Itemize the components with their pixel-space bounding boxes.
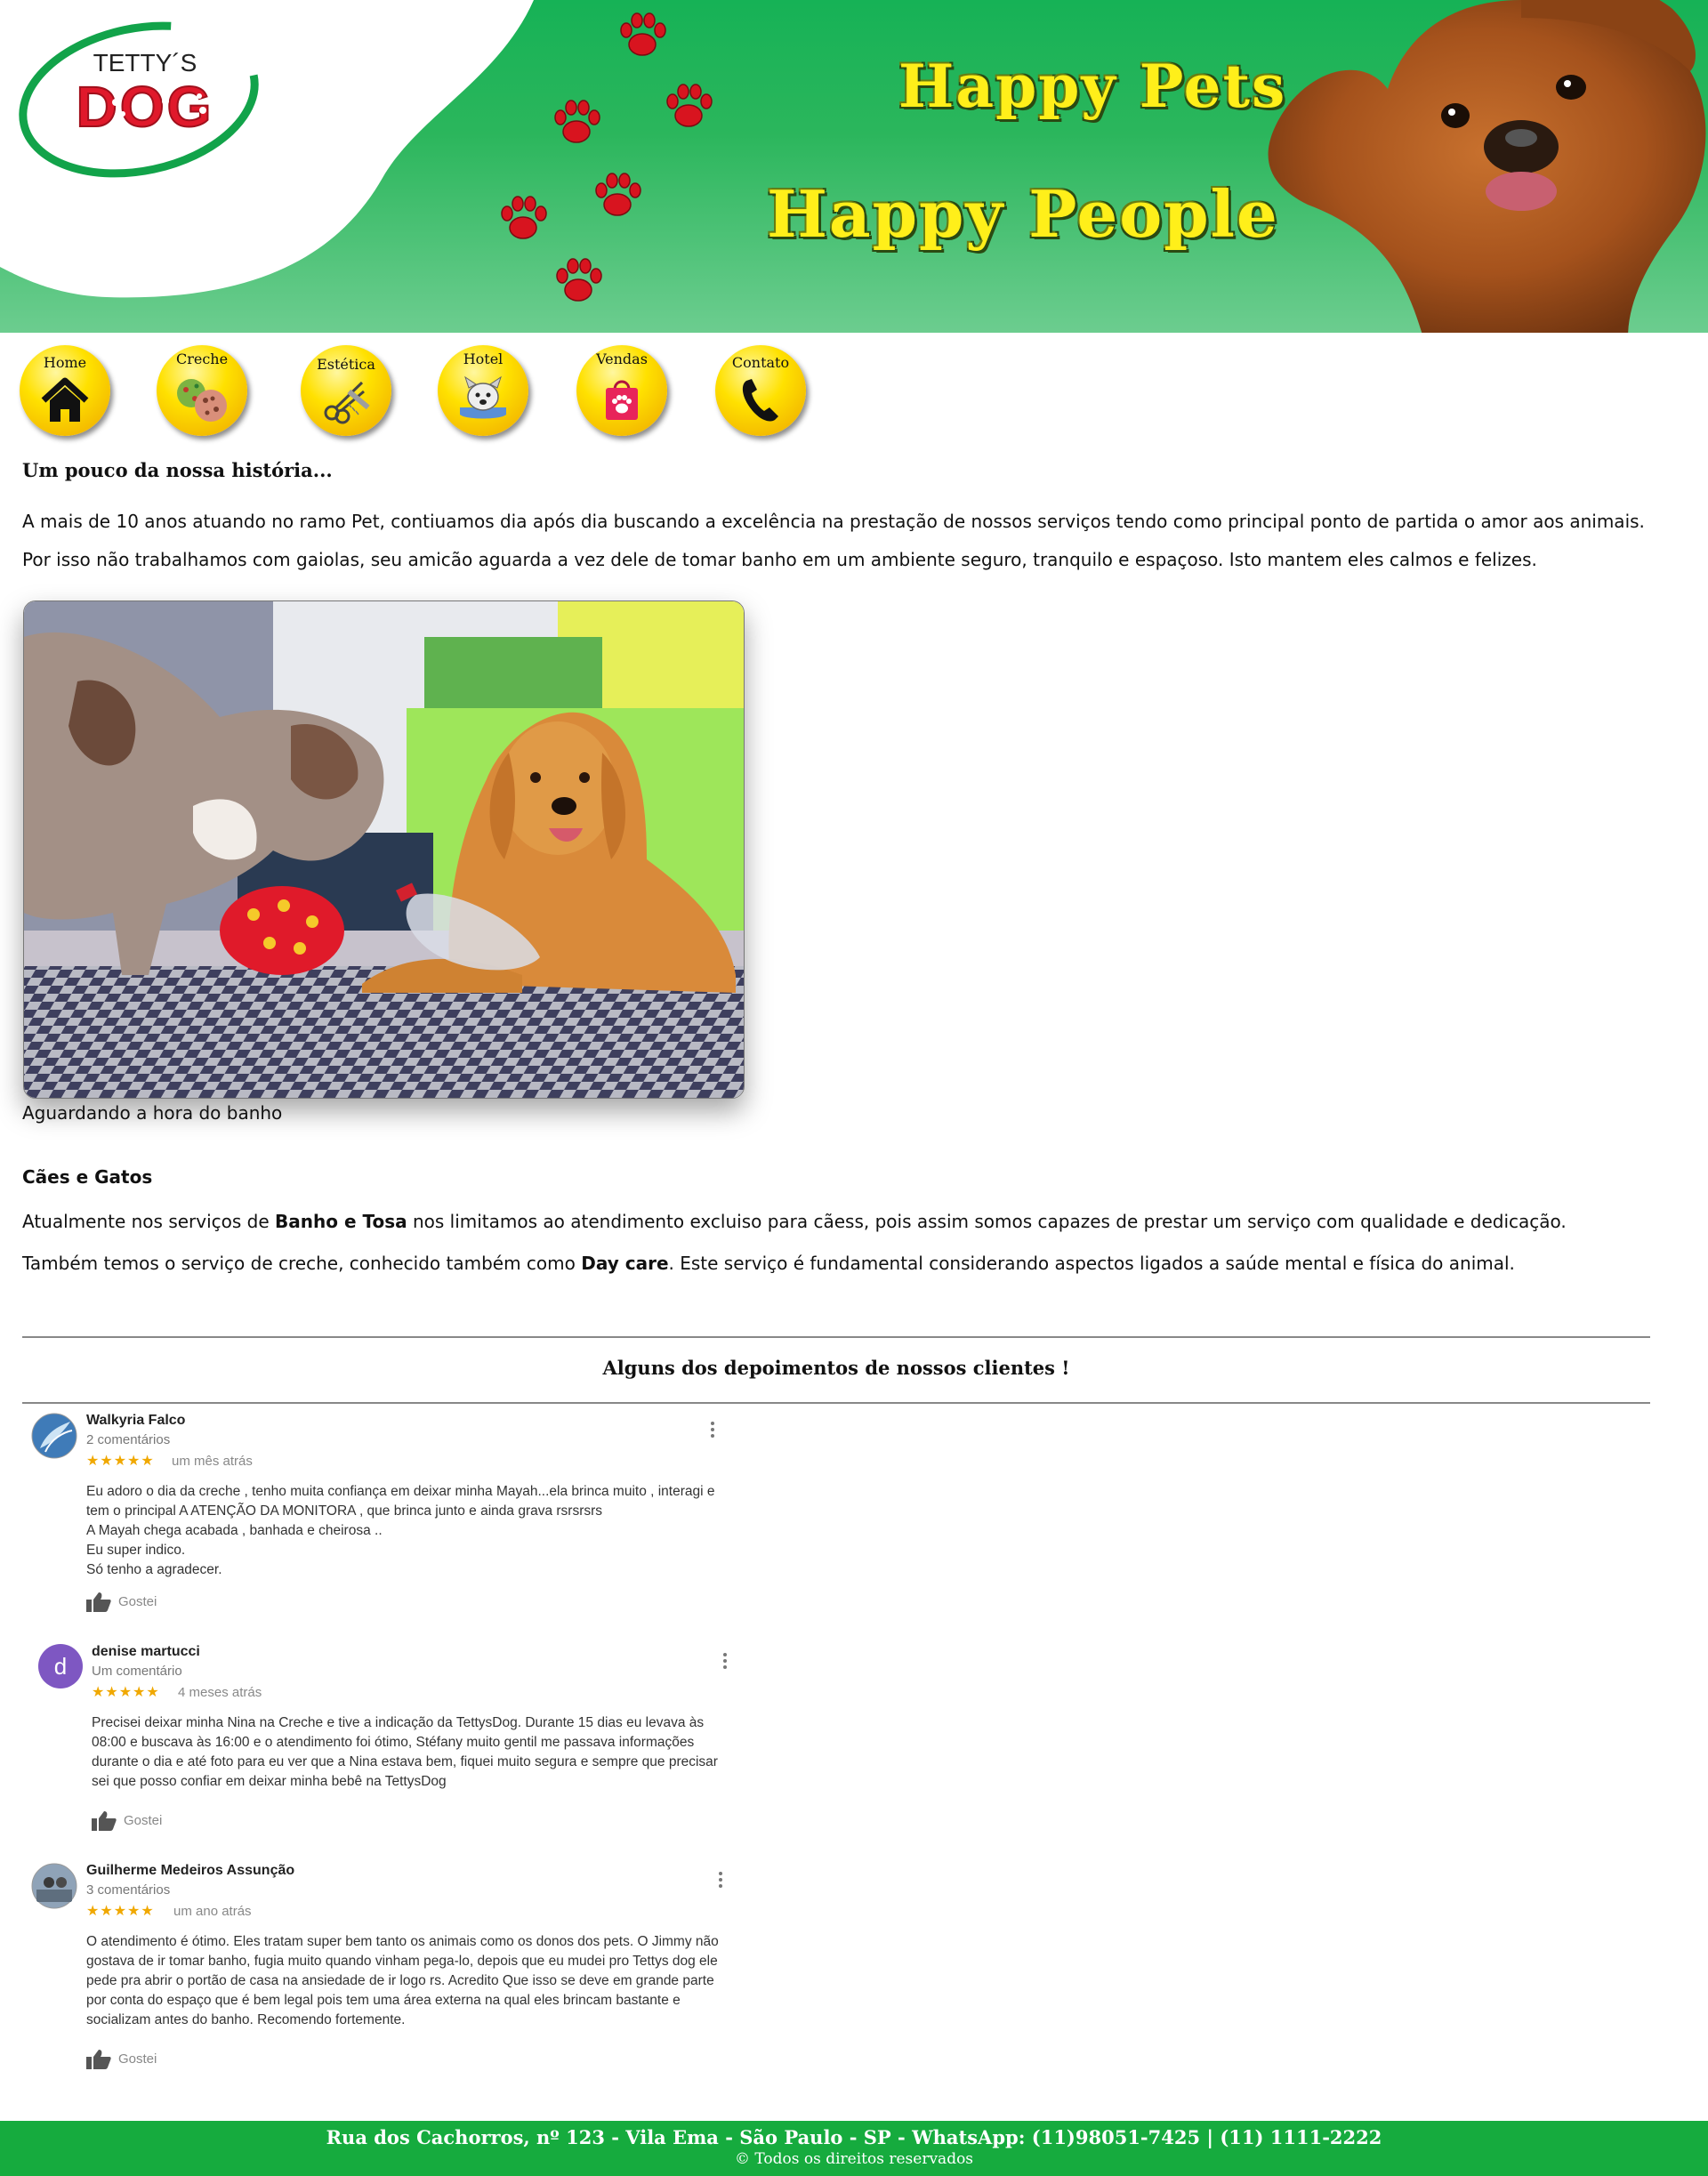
like-label: Gostei xyxy=(124,1812,163,1828)
footer: Rua dos Cachorros, nº 123 - Vila Ema - S… xyxy=(0,2121,1708,2176)
nav-contato-button[interactable]: Contato xyxy=(715,345,806,436)
reviewer-comment-count: Um comentário xyxy=(92,1664,182,1679)
review-card: Guilherme Medeiros Assunção 3 comentário… xyxy=(31,1863,761,2085)
photo-caption: Aguardando a hora do banho xyxy=(22,1102,283,1124)
paw-print-icon xyxy=(501,196,547,239)
slogan-happy-people: Happy People xyxy=(767,176,1279,252)
paw-print-icon xyxy=(554,100,600,143)
logo-top-text: TETTY´S xyxy=(93,49,197,77)
testimonials-heading: Alguns dos depoimentos de nossos cliente… xyxy=(602,1357,1070,1379)
nav-creche-label: Creche xyxy=(175,351,229,367)
thumbs-up-icon xyxy=(92,1811,117,1831)
caes-gatos-heading: Cães e Gatos xyxy=(22,1166,153,1188)
nav-creche-button[interactable]: Creche xyxy=(157,345,247,436)
avatar xyxy=(31,1413,77,1459)
nav-home-button[interactable]: Home xyxy=(20,345,110,436)
paw-print-icon xyxy=(556,258,602,302)
caes-paragraph-1: Atualmente nos serviços de Banho e Tosa … xyxy=(22,1210,1567,1233)
review-date: um mês atrás xyxy=(172,1454,253,1469)
review-text: O atendimento é ótimo. Eles tratam super… xyxy=(86,1934,719,2027)
reviewer-name: Guilherme Medeiros Assunção xyxy=(86,1863,295,1878)
more-options-icon[interactable] xyxy=(722,1653,728,1672)
house-icon xyxy=(41,377,89,422)
thumbs-up-icon xyxy=(86,2050,111,2069)
review-text: Eu adoro o dia da creche , tenho muita c… xyxy=(86,1484,715,1577)
nav-estetica-label: Estética xyxy=(317,356,375,373)
nav-estetica-button[interactable]: Estética xyxy=(301,345,391,436)
caes-paragraph-2: Também temos o serviço de creche, conhec… xyxy=(22,1252,1515,1275)
day-care-bold: Day care xyxy=(581,1253,669,1274)
paw-print-icon xyxy=(620,12,666,56)
review-card: Walkyria Falco 2 comentários ★★★★★ um mê… xyxy=(31,1413,761,1617)
main-navigation: Home Creche Estética Hotel Vendas Contat… xyxy=(20,345,820,438)
balls-icon xyxy=(177,379,227,422)
review-date: um ano atrás xyxy=(173,1904,252,1919)
reviewer-name: Walkyria Falco xyxy=(86,1413,186,1428)
avatar xyxy=(31,1863,77,1909)
caes-p1-text-c: nos limitamos ao atendimento excluiso pa… xyxy=(407,1211,1567,1232)
caes-p1-text-a: Atualmente nos serviços de xyxy=(22,1211,276,1232)
divider xyxy=(22,1336,1650,1338)
paw-print-icon xyxy=(595,173,641,216)
phone-icon xyxy=(742,379,778,422)
nav-home-label: Home xyxy=(43,354,87,371)
review-text: Precisei deixar minha Nina na Creche e t… xyxy=(92,1715,718,1789)
nav-vendas-button[interactable]: Vendas xyxy=(576,345,667,436)
nav-hotel-label: Hotel xyxy=(463,351,504,367)
like-label: Gostei xyxy=(118,2051,157,2067)
history-heading: Um pouco da nossa história... xyxy=(22,459,333,481)
reviewer-name: denise martucci xyxy=(92,1644,200,1659)
nav-contato-label: Contato xyxy=(731,354,790,371)
nav-vendas-label: Vendas xyxy=(596,351,648,367)
reviewer-comment-count: 3 comentários xyxy=(86,1882,171,1898)
paw-print-icon xyxy=(666,84,713,127)
history-paragraph-1: A mais de 10 anos atuando no ramo Pet, c… xyxy=(22,511,1645,532)
review-date: 4 meses atrás xyxy=(178,1685,262,1700)
shopping-bag-icon xyxy=(606,380,638,420)
footer-copyright: © Todos os direitos reservados xyxy=(734,2150,974,2168)
like-button[interactable]: Gostei xyxy=(86,1592,157,1612)
like-label: Gostei xyxy=(118,1593,157,1609)
history-paragraph-2: Por isso não trabalhamos com gaiolas, se… xyxy=(22,549,1537,570)
more-options-icon[interactable] xyxy=(718,1872,723,1891)
banho-tosa-bold: Banho e Tosa xyxy=(275,1211,407,1232)
slogan-happy-pets: Happy Pets xyxy=(898,52,1287,121)
reviewer-comment-count: 2 comentários xyxy=(86,1432,171,1447)
rating-stars: ★★★★★ xyxy=(86,1904,155,1919)
header-banner: TETTY´S DOG Happy Pets Happy People xyxy=(0,0,1708,333)
caes-p2-text-c: . Este serviço é fundamental considerand… xyxy=(668,1253,1515,1274)
footer-address: Rua dos Cachorros, nº 123 - Vila Ema - S… xyxy=(326,2126,1382,2148)
more-options-icon[interactable] xyxy=(710,1422,715,1441)
dogs-waiting-photo xyxy=(23,600,745,1099)
nav-hotel-button[interactable]: Hotel xyxy=(438,345,528,436)
rating-stars: ★★★★★ xyxy=(86,1454,155,1469)
scissors-comb-icon xyxy=(324,381,370,424)
dog-bed-icon xyxy=(460,375,506,419)
review-card: d denise martucci Um comentário ★★★★★ 4 … xyxy=(31,1644,761,1840)
tettys-dog-logo: TETTY´S DOG xyxy=(19,21,259,178)
divider xyxy=(22,1402,1650,1404)
avatar: d xyxy=(38,1644,83,1688)
like-button[interactable]: Gostei xyxy=(86,2050,157,2069)
rating-stars: ★★★★★ xyxy=(92,1685,160,1700)
like-button[interactable]: Gostei xyxy=(92,1811,162,1831)
caes-p2-text-a: Também temos o serviço de creche, conhec… xyxy=(22,1253,582,1274)
cocker-spaniel-image xyxy=(1268,0,1706,333)
thumbs-up-icon xyxy=(86,1592,111,1612)
logo-main-text: DOG xyxy=(77,75,214,139)
